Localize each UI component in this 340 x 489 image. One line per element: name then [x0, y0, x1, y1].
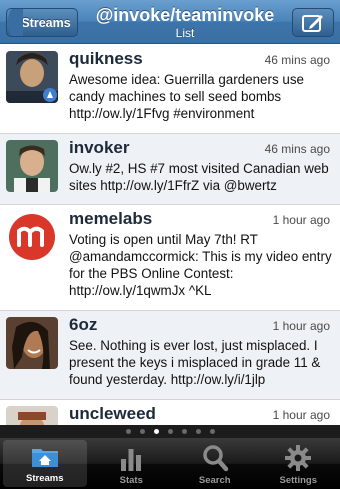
tweet-time: 46 mins ago	[264, 142, 330, 156]
bar-chart-icon	[121, 449, 142, 471]
magnifier-icon	[203, 445, 228, 472]
tab-search[interactable]: Search	[173, 438, 257, 489]
tab-label: Settings	[279, 475, 317, 486]
back-arrow-icon	[7, 9, 23, 36]
tweet-username[interactable]: 6oz	[69, 315, 97, 335]
compose-button[interactable]	[292, 8, 334, 37]
tweet-text: See. Nothing is ever lost, just misplace…	[69, 338, 321, 387]
page-dot[interactable]	[181, 429, 187, 434]
tab-streams[interactable]: Streams	[3, 440, 87, 487]
tweet-list[interactable]: quikness 46 mins ago Awesome idea: Guerr…	[0, 45, 340, 425]
tweet-time: 46 mins ago	[264, 53, 330, 67]
gear-icon	[285, 445, 312, 471]
tweet-row[interactable]: invoker 46 mins ago Ow.ly #2, HS #7 most…	[0, 134, 340, 205]
avatar-invoker[interactable]	[6, 140, 58, 192]
tab-bar: Streams Stats Search Settings	[0, 438, 340, 489]
page-dot[interactable]	[167, 429, 173, 434]
back-button-streams[interactable]: Streams	[6, 8, 78, 37]
avatar-6oz[interactable]	[6, 317, 58, 369]
tweet-row[interactable]: quikness 46 mins ago Awesome idea: Guerr…	[0, 45, 340, 134]
page-dot[interactable]	[209, 429, 215, 434]
tab-settings[interactable]: Settings	[257, 438, 340, 489]
tweet-time: 1 hour ago	[272, 213, 330, 227]
back-button-label: Streams	[21, 15, 71, 30]
tweet-username[interactable]: uncleweed	[69, 404, 156, 424]
page-title: @invoke/teaminvoke	[95, 5, 275, 25]
tab-stats[interactable]: Stats	[90, 438, 174, 489]
tweet-text: Voting is open until May 7th! RT @amanda…	[69, 232, 332, 298]
navigation-bar: Streams @invoke/teaminvoke List	[0, 0, 340, 44]
tweet-text: Ow.ly #2, HS #7 most visited Canadian we…	[69, 161, 329, 193]
tweet-row[interactable]: 6oz 1 hour ago See. Nothing is ever lost…	[0, 311, 340, 400]
avatar-memelabs[interactable]	[6, 211, 58, 263]
tweet-username[interactable]: quikness	[69, 49, 143, 69]
page-dot[interactable]	[125, 429, 131, 434]
tweet-row[interactable]: uncleweed 1 hour ago	[0, 400, 340, 425]
page-dot[interactable]	[139, 429, 145, 434]
tweet-text: Awesome idea: Guerrilla gardeners use ca…	[69, 72, 304, 121]
avatar-uncleweed[interactable]	[6, 406, 58, 425]
page-indicator[interactable]	[0, 425, 340, 438]
page-dot[interactable]	[195, 429, 201, 434]
avatar-quikness[interactable]	[6, 51, 58, 103]
tab-label: Streams	[26, 473, 64, 484]
tweet-username[interactable]: memelabs	[69, 209, 152, 229]
tab-label: Stats	[119, 475, 143, 486]
tweet-username[interactable]: invoker	[69, 138, 129, 158]
tweet-time: 1 hour ago	[272, 319, 330, 333]
tweet-row[interactable]: memelabs 1 hour ago Voting is open until…	[0, 205, 340, 311]
tweet-time: 1 hour ago	[272, 408, 330, 422]
page-dot-active[interactable]	[153, 429, 159, 434]
home-folder-icon	[31, 449, 58, 467]
compose-icon	[302, 14, 323, 32]
tab-label: Search	[198, 475, 231, 486]
page-subtitle: List	[175, 26, 195, 40]
